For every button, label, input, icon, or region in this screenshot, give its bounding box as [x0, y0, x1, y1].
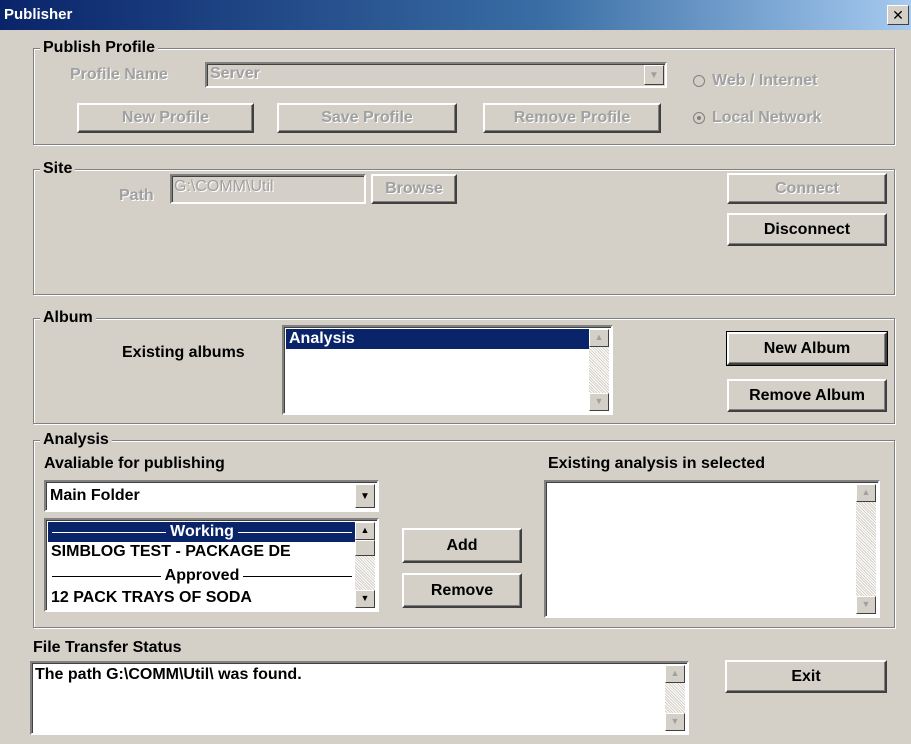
- list-item[interactable]: SIMBLOG TEST - PACKAGE DE: [48, 542, 356, 562]
- radio-local-network[interactable]: Local Network: [693, 109, 821, 127]
- profile-name-dropdown[interactable]: Server ▼: [205, 62, 667, 88]
- remove-album-button[interactable]: Remove Album: [727, 379, 887, 412]
- album-legend: Album: [40, 309, 96, 327]
- add-button[interactable]: Add: [402, 528, 522, 563]
- remove-profile-button[interactable]: Remove Profile: [483, 103, 661, 133]
- existing-albums-label: Existing albums: [122, 344, 245, 361]
- folder-value: Main Folder: [50, 487, 140, 504]
- status-text: The path G:\COMM\Util\ was found.: [35, 666, 302, 683]
- connect-button[interactable]: Connect: [727, 173, 887, 204]
- analysis-legend: Analysis: [40, 431, 112, 449]
- list-item[interactable]: Analysis: [286, 329, 590, 349]
- scroll-thumb[interactable]: [355, 540, 375, 556]
- status-scrollbar[interactable]: ▲ ▼: [665, 665, 685, 731]
- available-label: Avaliable for publishing: [44, 455, 225, 472]
- existing-analysis-label: Existing analysis in selected: [548, 455, 765, 472]
- list-item[interactable]: 12 PACK TRAYS OF SODA: [48, 588, 356, 608]
- scroll-up-icon[interactable]: ▲: [856, 484, 876, 502]
- available-list[interactable]: Working SIMBLOG TEST - PACKAGE DE Approv…: [44, 518, 379, 612]
- site-legend: Site: [40, 160, 76, 178]
- separator-label: Working: [170, 523, 234, 540]
- path-value: G:\COMM\Util: [174, 178, 274, 195]
- scroll-down-icon[interactable]: ▼: [665, 713, 685, 731]
- radio-button-checked-icon: [693, 112, 705, 124]
- existing-scrollbar[interactable]: ▲ ▼: [856, 484, 876, 614]
- window-titlebar: Publisher: [0, 0, 911, 30]
- scroll-up-icon[interactable]: ▲: [589, 329, 609, 347]
- profile-name-value: Server: [210, 65, 260, 82]
- scroll-up-icon[interactable]: ▲: [665, 665, 685, 683]
- chevron-down-icon[interactable]: ▼: [644, 65, 664, 85]
- chevron-down-icon[interactable]: ▼: [355, 484, 375, 508]
- separator-line: [52, 531, 167, 533]
- separator-label: Approved: [164, 567, 240, 584]
- scroll-down-icon[interactable]: ▼: [856, 596, 876, 614]
- radio-web-label: Web / Internet: [712, 72, 818, 89]
- radio-button-icon: [693, 75, 705, 87]
- separator-line: [52, 575, 161, 577]
- publish-profile-legend: Publish Profile: [40, 39, 159, 57]
- profile-name-label: Profile Name: [70, 66, 168, 83]
- file-transfer-status-label: File Transfer Status: [33, 639, 182, 656]
- status-text-area[interactable]: The path G:\COMM\Util\ was found. ▲ ▼: [30, 661, 689, 735]
- separator-line: [237, 531, 353, 533]
- scroll-down-icon[interactable]: ▼: [589, 393, 609, 411]
- radio-local-label: Local Network: [712, 109, 822, 126]
- albums-scrollbar[interactable]: ▲ ▼: [589, 329, 609, 411]
- existing-analysis-list[interactable]: ▲ ▼: [544, 480, 880, 618]
- new-album-button[interactable]: New Album: [726, 331, 888, 366]
- scroll-down-icon[interactable]: ▼: [355, 590, 375, 608]
- path-label: Path: [119, 187, 154, 204]
- remove-button[interactable]: Remove: [402, 573, 522, 608]
- exit-button[interactable]: Exit: [725, 660, 887, 693]
- save-profile-button[interactable]: Save Profile: [277, 103, 457, 133]
- path-field[interactable]: G:\COMM\Util: [170, 174, 366, 204]
- new-profile-button[interactable]: New Profile: [77, 103, 254, 133]
- close-icon[interactable]: ✕: [887, 5, 909, 25]
- window-title: Publisher: [4, 6, 73, 23]
- radio-web-internet[interactable]: Web / Internet: [693, 72, 818, 90]
- available-scrollbar[interactable]: ▲ ▼: [355, 522, 375, 608]
- disconnect-button[interactable]: Disconnect: [727, 213, 887, 246]
- separator-line: [243, 575, 353, 577]
- list-separator-approved[interactable]: Approved: [48, 566, 356, 586]
- folder-dropdown[interactable]: Main Folder ▼: [44, 480, 379, 512]
- list-separator-working[interactable]: Working: [48, 522, 356, 542]
- browse-button[interactable]: Browse: [371, 174, 457, 204]
- albums-list[interactable]: Analysis ▲ ▼: [282, 325, 613, 415]
- scroll-up-icon[interactable]: ▲: [355, 522, 375, 540]
